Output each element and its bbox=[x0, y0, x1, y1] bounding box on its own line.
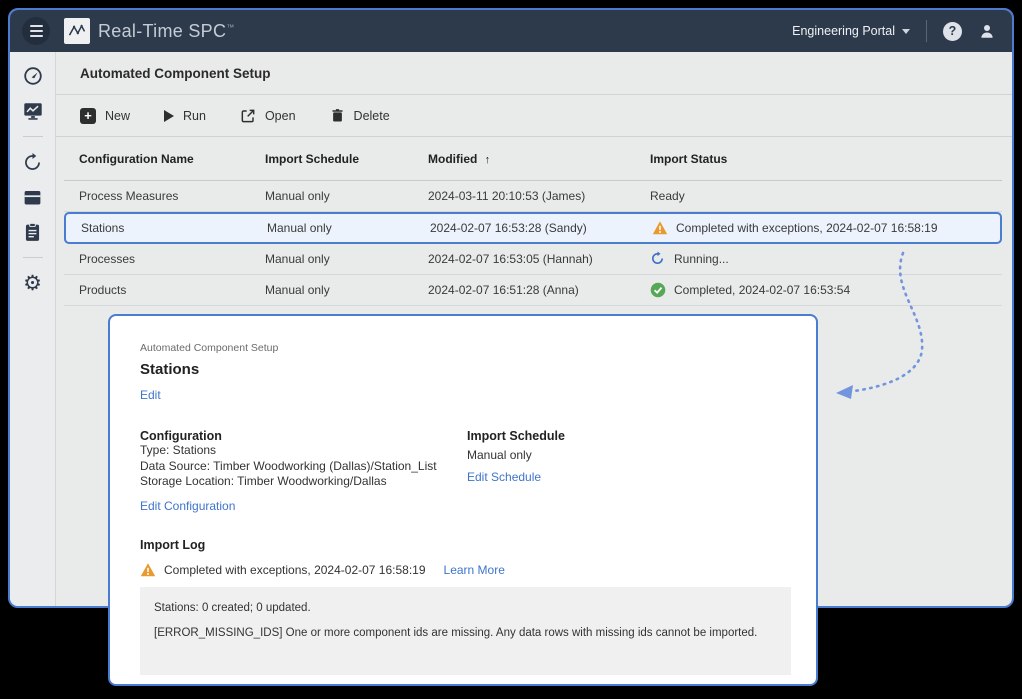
warning-icon bbox=[652, 220, 668, 236]
new-button[interactable]: + New bbox=[80, 108, 130, 124]
import-log-status: Completed with exceptions, 2024-02-07 16… bbox=[140, 562, 786, 578]
status-cell: Completed with exceptions, 2024-02-07 16… bbox=[652, 220, 1000, 236]
import-log-status-text: Completed with exceptions, 2024-02-07 16… bbox=[164, 563, 426, 577]
delete-button[interactable]: Delete bbox=[330, 108, 390, 123]
table-header-row: Configuration Name Import Schedule Modif… bbox=[64, 137, 1002, 181]
column-header-import-schedule[interactable]: Import Schedule bbox=[265, 152, 428, 166]
import-schedule-heading: Import Schedule bbox=[467, 429, 565, 443]
configurations-table: Configuration Name Import Schedule Modif… bbox=[64, 137, 1002, 306]
monitor-chart-icon[interactable] bbox=[21, 99, 45, 123]
import-schedule-section: Import Schedule Manual only Edit Schedul… bbox=[467, 429, 565, 515]
column-header-configuration-name[interactable]: Configuration Name bbox=[79, 152, 265, 166]
table-row[interactable]: Products Manual only 2024-02-07 16:51:28… bbox=[64, 275, 1002, 306]
sidebar-divider bbox=[23, 257, 43, 258]
page-title-bar: Automated Component Setup bbox=[56, 52, 1012, 95]
help-icon[interactable]: ? bbox=[943, 22, 962, 41]
panel-breadcrumb: Automated Component Setup bbox=[140, 342, 786, 354]
log-line: [ERROR_MISSING_IDS] One or more componen… bbox=[154, 627, 777, 639]
running-spinner-icon bbox=[650, 251, 666, 267]
portal-selector[interactable]: Engineering Portal bbox=[792, 24, 910, 38]
sort-ascending-icon: ↑ bbox=[485, 154, 491, 166]
app-logo-icon bbox=[64, 18, 90, 44]
clipboard-icon[interactable] bbox=[21, 220, 45, 244]
user-account-icon[interactable] bbox=[978, 22, 996, 40]
panel-title: Stations bbox=[140, 361, 786, 378]
table-row[interactable]: Process Measures Manual only 2024-03-11 … bbox=[64, 181, 1002, 212]
import-schedule-value: Manual only bbox=[467, 448, 565, 464]
screen-background: Real-Time SPC™ Engineering Portal ? bbox=[0, 0, 1022, 699]
configuration-type: Type: Stations bbox=[140, 443, 467, 459]
toolbar: + New Run bbox=[56, 95, 1012, 137]
status-cell: Completed, 2024-02-07 16:53:54 bbox=[650, 282, 1002, 298]
learn-more-link[interactable]: Learn More bbox=[444, 563, 505, 577]
detail-panel: Automated Component Setup Stations Edit … bbox=[108, 314, 818, 686]
trademark: ™ bbox=[226, 23, 234, 32]
configuration-storage-location: Storage Location: Timber Woodworking/Dal… bbox=[140, 474, 467, 490]
status-cell: Ready bbox=[650, 189, 1002, 203]
page-title: Automated Component Setup bbox=[80, 66, 271, 81]
chevron-down-icon bbox=[902, 29, 910, 34]
warning-icon bbox=[140, 562, 156, 578]
status-cell: Running... bbox=[650, 251, 1002, 267]
configuration-data-source: Data Source: Timber Woodworking (Dallas)… bbox=[140, 459, 467, 475]
dashboard-gauge-icon[interactable] bbox=[21, 64, 45, 88]
column-header-modified[interactable]: Modified ↑ bbox=[428, 152, 650, 166]
sidebar-divider bbox=[23, 136, 43, 137]
table-row-selected[interactable]: Stations Manual only 2024-02-07 16:53:28… bbox=[64, 212, 1002, 244]
hamburger-menu-icon[interactable] bbox=[22, 17, 50, 45]
edit-schedule-link[interactable]: Edit Schedule bbox=[467, 470, 541, 484]
column-header-import-status[interactable]: Import Status bbox=[650, 152, 1002, 166]
top-bar: Real-Time SPC™ Engineering Portal ? bbox=[10, 10, 1012, 52]
run-button[interactable]: Run bbox=[164, 109, 206, 123]
log-line: Stations: 0 created; 0 updated. bbox=[154, 602, 777, 614]
configuration-section: Configuration Type: Stations Data Source… bbox=[140, 429, 467, 515]
open-external-icon bbox=[240, 108, 256, 124]
trash-icon bbox=[330, 108, 345, 123]
sync-icon[interactable] bbox=[21, 150, 45, 174]
app-title: Real-Time SPC™ bbox=[98, 21, 235, 42]
edit-link[interactable]: Edit bbox=[140, 388, 161, 402]
top-bar-divider bbox=[926, 20, 927, 42]
play-icon bbox=[164, 110, 174, 122]
portal-label: Engineering Portal bbox=[792, 24, 895, 38]
plus-icon: + bbox=[80, 108, 96, 124]
import-log-output: Stations: 0 created; 0 updated. [ERROR_M… bbox=[140, 587, 791, 675]
sidebar: ⚙ bbox=[10, 52, 56, 608]
configuration-heading: Configuration bbox=[140, 429, 467, 443]
archive-box-icon[interactable] bbox=[21, 185, 45, 209]
gear-icon[interactable]: ⚙ bbox=[21, 271, 45, 295]
open-button[interactable]: Open bbox=[240, 108, 296, 124]
edit-configuration-link[interactable]: Edit Configuration bbox=[140, 499, 235, 513]
success-check-icon bbox=[650, 282, 666, 298]
table-row[interactable]: Processes Manual only 2024-02-07 16:53:0… bbox=[64, 244, 1002, 275]
import-log-heading: Import Log bbox=[140, 538, 786, 552]
